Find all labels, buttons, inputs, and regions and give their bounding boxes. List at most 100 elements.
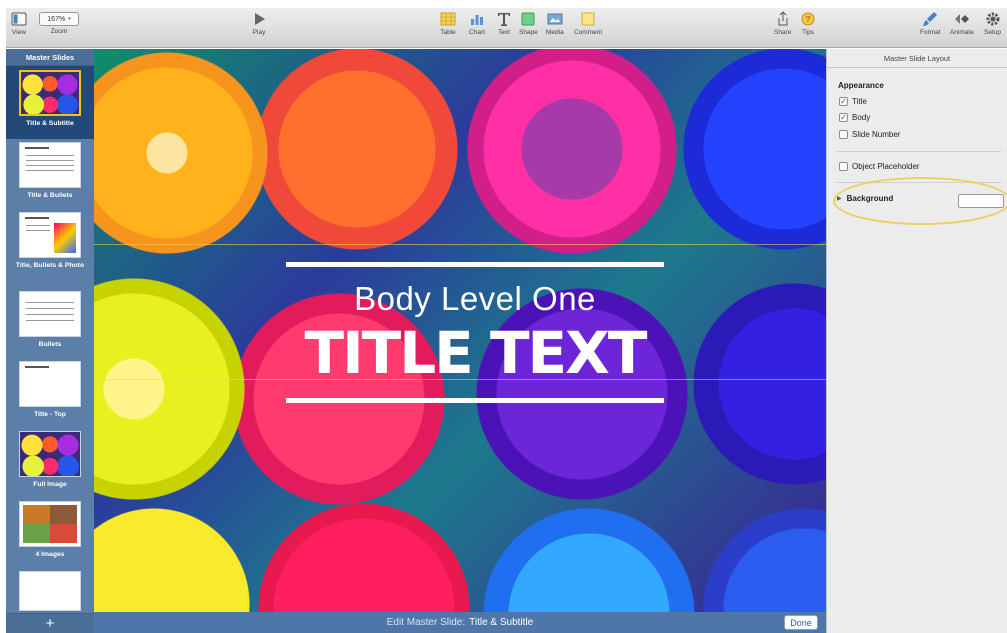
appearance-heading: Appearance (838, 81, 884, 90)
background-disclosure[interactable]: ▶ Background (837, 194, 893, 203)
master-slide-title-bullets-photo[interactable]: Title, Bullets & Photo (6, 212, 94, 270)
setup-label: Setup (984, 29, 1001, 36)
master-slides-sidebar: Master Slides Title & Subtitle Title & B… (6, 49, 94, 633)
animate-icon (954, 11, 970, 27)
tips-label: Tips (801, 29, 815, 36)
zoom-value: 167% (47, 15, 66, 23)
slide-number-checkbox-label: Slide Number (852, 130, 901, 139)
slide-number-checkbox[interactable] (839, 130, 848, 139)
play-label: Play (252, 29, 266, 36)
sidebar-header: Master Slides (6, 49, 94, 66)
shape-label: Shape (519, 29, 538, 36)
slide-canvas[interactable]: Body Level One TITLE TEXT (94, 49, 826, 612)
title-checkbox-row[interactable]: ✓ Title (839, 97, 867, 106)
play-button[interactable]: Play (251, 11, 267, 36)
chart-button[interactable]: Chart (469, 11, 485, 36)
gear-icon (985, 11, 1001, 27)
master-slide-title-bullets[interactable]: Title & Bullets (6, 142, 94, 200)
media-icon (547, 11, 563, 27)
animate-label: Animate (950, 29, 974, 36)
body-checkbox-label: Body (852, 113, 871, 122)
object-placeholder-row[interactable]: Object Placeholder (839, 162, 920, 171)
bottom-rule (286, 398, 664, 403)
master-slide-4-images[interactable]: 4 Images (6, 501, 94, 559)
table-label: Table (440, 29, 456, 36)
title-placeholder[interactable]: TITLE TEXT (286, 320, 664, 386)
table-icon (440, 11, 456, 27)
play-icon (251, 11, 267, 27)
toolbar: View 167% ▾ Zoom Play Table Chart Text S… (6, 8, 1007, 48)
master-slide-full-image[interactable]: Full Image (6, 431, 94, 489)
text-icon (496, 11, 512, 27)
media-label: Media (546, 29, 564, 36)
slide-thumbnail (19, 571, 81, 611)
text-label: Text (498, 29, 510, 36)
text-button[interactable]: Text (496, 11, 512, 36)
add-master-slide-button[interactable]: + (6, 613, 94, 633)
slide-thumbnail (19, 291, 81, 337)
comment-icon (580, 11, 596, 27)
master-slide-title-subtitle[interactable]: Title & Subtitle (6, 66, 94, 139)
table-button[interactable]: Table (440, 11, 456, 36)
inspector-header: Master Slide Layout (827, 49, 1007, 68)
comment-button[interactable]: Comment (574, 11, 602, 36)
object-placeholder-label: Object Placeholder (852, 162, 920, 171)
setup-button[interactable]: Setup (984, 11, 1001, 36)
slide-thumbnail (19, 501, 81, 547)
slide-thumbnail (19, 70, 81, 116)
chart-label: Chart (469, 29, 485, 36)
paintbrush-icon (922, 11, 938, 27)
master-slide-label: Bullets (38, 341, 62, 348)
body-checkbox-row[interactable]: ✓ Body (839, 113, 870, 122)
object-placeholder-checkbox[interactable] (839, 162, 848, 171)
title-checkbox[interactable]: ✓ (839, 97, 848, 106)
zoom-select[interactable]: 167% ▾ (39, 12, 79, 26)
master-slide-label: Title, Bullets & Photo (15, 262, 85, 269)
media-button[interactable]: Media (546, 11, 564, 36)
background-color-well[interactable] (958, 194, 1004, 208)
master-slide-label: 4 Images (35, 551, 65, 558)
chart-icon (469, 11, 485, 27)
master-slide-title-top[interactable]: Title - Top (6, 361, 94, 419)
divider (836, 151, 1001, 152)
done-button[interactable]: Done (784, 615, 818, 630)
svg-text:?: ? (806, 15, 811, 24)
tips-icon: ? (800, 11, 816, 27)
shape-icon (520, 11, 536, 27)
master-slide-label: Title - Top (34, 411, 66, 418)
zoom-control[interactable]: 167% ▾ Zoom (39, 11, 79, 35)
alignment-guide (94, 244, 826, 245)
shape-button[interactable]: Shape (519, 11, 538, 36)
format-label: Format (920, 29, 941, 36)
share-button[interactable]: Share (774, 11, 791, 36)
slide-thumbnail (19, 142, 81, 188)
top-rule (286, 262, 664, 267)
master-slide-blank[interactable] (6, 571, 94, 611)
master-slide-bullets[interactable]: Bullets (6, 291, 94, 349)
body-checkbox[interactable]: ✓ (839, 113, 848, 122)
view-button[interactable]: View (11, 11, 27, 36)
format-button[interactable]: Format (920, 11, 941, 36)
share-label: Share (774, 29, 792, 36)
share-icon (775, 11, 791, 27)
background-label: Background (846, 194, 894, 203)
comment-label: Comment (574, 29, 603, 36)
title-checkbox-label: Title (852, 97, 867, 106)
disclosure-triangle-icon: ▶ (837, 196, 842, 202)
view-icon (11, 11, 27, 27)
view-label: View (12, 29, 26, 36)
slide-thumbnail (19, 431, 81, 477)
body-placeholder[interactable]: Body Level One (286, 280, 664, 318)
master-slide-label: Full Image (33, 481, 67, 488)
chevron-down-icon: ▾ (68, 16, 71, 22)
edit-master-bar: Edit Master Slide: Title & Subtitle Done (94, 612, 826, 633)
inspector-panel: Master Slide Layout Appearance ✓ Title ✓… (826, 49, 1007, 633)
slide-number-checkbox-row[interactable]: Slide Number (839, 130, 900, 139)
edit-master-prefix: Edit Master Slide: (386, 617, 466, 628)
animate-button[interactable]: Animate (950, 11, 974, 36)
tips-button[interactable]: ? Tips (800, 11, 816, 36)
master-slide-label: Title & Subtitle (26, 120, 74, 127)
slide-thumbnail (19, 212, 81, 258)
master-slide-label: Title & Bullets (27, 192, 73, 199)
zoom-label: Zoom (50, 28, 68, 35)
